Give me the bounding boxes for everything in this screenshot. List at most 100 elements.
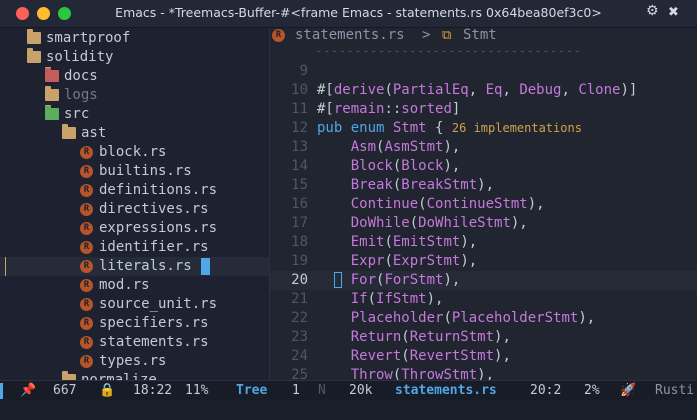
- code-line[interactable]: 11 #[remain::sorted]: [270, 100, 697, 119]
- code-line[interactable]: 15 Break(BreakStmt),: [270, 176, 697, 195]
- code-token: #[: [317, 82, 334, 98]
- treemacs-item[interactable]: Rblock.rs: [0, 143, 269, 162]
- title-bar: Emacs - *Treemacs-Buffer-#<frame Emacs -…: [0, 0, 697, 28]
- code-line[interactable]: 24 Revert(RevertStmt),: [270, 347, 697, 366]
- code-line[interactable]: 14 Block(Block),: [270, 157, 697, 176]
- code-line[interactable]: 21 If(IfStmt),: [270, 290, 697, 309]
- close-icon[interactable]: ✖: [668, 5, 679, 20]
- line-number: 19: [291, 253, 308, 269]
- code-line[interactable]: 17 DoWhile(DoWhileStmt),: [270, 214, 697, 233]
- code-token: #[: [317, 101, 334, 117]
- code-token: enum: [350, 120, 393, 136]
- treemacs-item-label: docs: [64, 68, 98, 84]
- line-number: 9: [299, 63, 308, 79]
- gear-icon[interactable]: ⚙: [646, 3, 659, 19]
- treemacs-item[interactable]: Rdefinitions.rs: [0, 181, 269, 200]
- code-line[interactable]: 16 Continue(ContinueStmt),: [270, 195, 697, 214]
- line-number: 11: [291, 101, 308, 117]
- treemacs-item-label: smartproof: [46, 30, 131, 46]
- rust-file-icon: R: [80, 165, 93, 178]
- treemacs-item[interactable]: src: [0, 105, 269, 124]
- code-line[interactable]: 22 Placeholder(PlaceholderStmt),: [270, 309, 697, 328]
- folder-icon: [27, 29, 41, 44]
- line-number: 14: [291, 158, 308, 174]
- code-token: ),: [477, 367, 495, 380]
- minimize-window-button[interactable]: [37, 7, 50, 20]
- code-token: ExprStmt: [392, 253, 461, 269]
- code-line[interactable]: 20 For(ForStmt),: [270, 271, 697, 290]
- folder-tab: [27, 49, 33, 52]
- code-line[interactable]: 13 Asm(AsmStmt),: [270, 138, 697, 157]
- code-token: Expr: [317, 253, 385, 269]
- code-line[interactable]: 10 #[derive(PartialEq, Eq, Debug, Clone)]: [270, 81, 697, 100]
- rocket-icon: 🚀: [620, 383, 637, 398]
- code-token: ,: [561, 82, 579, 98]
- treemacs-item[interactable]: normalize: [0, 371, 269, 380]
- line-number: 18: [291, 234, 308, 250]
- line-number: 23: [291, 329, 308, 345]
- code-text: DoWhile(DoWhileStmt),: [317, 214, 528, 233]
- code-token: AsmStmt: [384, 139, 444, 155]
- code-token: ),: [494, 329, 511, 345]
- treemacs-item-label: source_unit.rs: [99, 296, 218, 312]
- line-number: 25: [291, 367, 308, 380]
- inlay-hint: 26 implementations: [451, 121, 582, 135]
- treemacs-item[interactable]: Rsource_unit.rs: [0, 295, 269, 314]
- modeline-window-number: 1: [292, 383, 300, 398]
- code-line[interactable]: 25 Throw(ThrowStmt),: [270, 366, 697, 380]
- modeline-buffer-percent: 2%: [584, 383, 600, 398]
- treemacs-item[interactable]: Rspecifiers.rs: [0, 314, 269, 333]
- code-text: Emit(EmitStmt),: [317, 233, 477, 252]
- code-token: Break: [317, 177, 393, 193]
- code-text: Revert(RevertStmt),: [317, 347, 511, 366]
- modeline-left-buffer[interactable]: Tree: [236, 381, 267, 401]
- rust-file-icon: R: [80, 222, 93, 235]
- treemacs-item[interactable]: Ridentifier.rs: [0, 238, 269, 257]
- breadcrumb-file[interactable]: statements.rs: [295, 28, 405, 43]
- code-token: (: [401, 348, 410, 364]
- code-token: ),: [527, 196, 545, 212]
- pin-icon: 📌: [20, 383, 37, 398]
- code-token: ),: [460, 253, 478, 269]
- treemacs-item-label: directives.rs: [99, 201, 209, 217]
- code-text: Placeholder(PlaceholderStmt),: [317, 309, 595, 328]
- treemacs-item[interactable]: solidity: [0, 48, 269, 67]
- treemacs-item-label: block.rs: [99, 144, 167, 160]
- echo-area[interactable]: [0, 401, 697, 420]
- folder-tab: [45, 87, 51, 90]
- treemacs-item[interactable]: Rliterals.rs: [0, 257, 269, 276]
- treemacs-item[interactable]: Rstatements.rs: [0, 333, 269, 352]
- folder-tab: [45, 68, 51, 71]
- treemacs-item[interactable]: Rmod.rs: [0, 276, 269, 295]
- treemacs-item[interactable]: smartproof: [0, 29, 269, 48]
- rust-file-icon: R: [80, 260, 93, 273]
- code-token: Debug: [519, 82, 562, 98]
- treemacs-item[interactable]: ast: [0, 124, 269, 143]
- code-text: Return(ReturnStmt),: [317, 328, 511, 347]
- treemacs-item[interactable]: logs: [0, 86, 269, 105]
- rust-file-icon: R: [272, 29, 285, 42]
- modeline-major-mode[interactable]: Rusti: [655, 381, 694, 401]
- breadcrumb-symbol[interactable]: Stmt: [463, 28, 497, 43]
- treemacs-item-label: literals.rs: [99, 258, 192, 274]
- code-line[interactable]: 18 Emit(EmitStmt),: [270, 233, 697, 252]
- treemacs-item[interactable]: docs: [0, 67, 269, 86]
- code-line[interactable]: 19 Expr(ExprStmt),: [270, 252, 697, 271]
- code-text: Asm(AsmStmt),: [317, 138, 461, 157]
- modeline-buffer-name[interactable]: statements.rs: [395, 381, 497, 401]
- editor-pane[interactable]: R statements.rs > ⧉ Stmt ---------------…: [270, 28, 697, 380]
- treemacs-item[interactable]: Rtypes.rs: [0, 352, 269, 371]
- treemacs-item[interactable]: Rexpressions.rs: [0, 219, 269, 238]
- code-text: Throw(ThrowStmt),: [317, 366, 494, 380]
- code-line[interactable]: 12 pub enum Stmt { 26 implementations: [270, 119, 697, 138]
- code-token: ]: [451, 101, 461, 117]
- close-window-button[interactable]: [16, 7, 29, 20]
- maximize-window-button[interactable]: [58, 7, 71, 20]
- code-token: {: [426, 120, 452, 136]
- treemacs-item[interactable]: Rdirectives.rs: [0, 200, 269, 219]
- code-line[interactable]: 23 Return(ReturnStmt),: [270, 328, 697, 347]
- treemacs-item[interactable]: Rbuiltins.rs: [0, 162, 269, 181]
- code-text: If(IfStmt),: [317, 290, 444, 309]
- code-line[interactable]: 9: [270, 62, 697, 81]
- rust-file-icon: R: [80, 336, 93, 349]
